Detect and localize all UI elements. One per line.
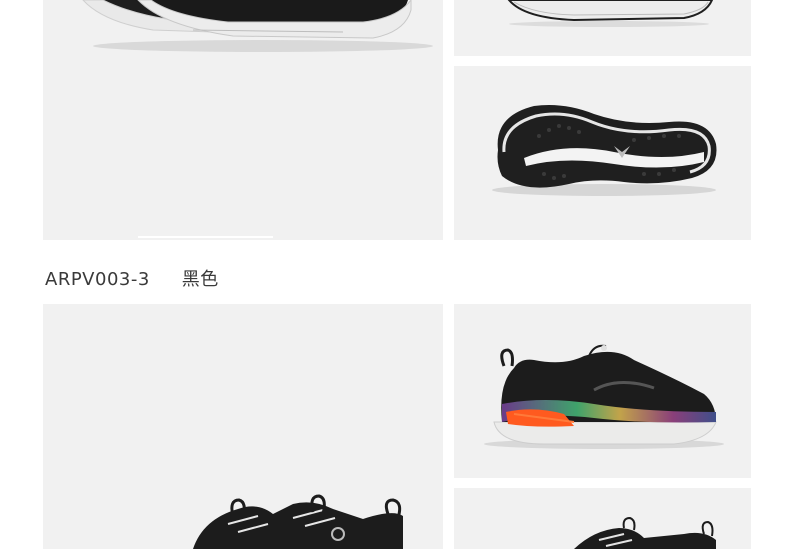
product-image-small-top-a[interactable]: [454, 0, 751, 56]
variant-label-row: ARPV003-3 黑色: [45, 268, 219, 292]
shoe-side-icon: [82, 0, 433, 238]
shoe-top-icon: [574, 516, 716, 549]
product-image-small-bottom-b[interactable]: [454, 488, 751, 549]
shoe-pair-icon: [193, 494, 403, 549]
shoe-side-icon: [484, 344, 724, 449]
variant-code: ARPV003-3: [45, 269, 150, 290]
product-image-large-top[interactable]: [43, 0, 443, 240]
product-image-small-top-b[interactable]: [454, 66, 751, 240]
variant-color-name: 黑色: [181, 269, 219, 290]
product-image-small-bottom-a[interactable]: [454, 304, 751, 478]
shoe-outsole-icon: [492, 105, 717, 196]
product-image-large-bottom[interactable]: [43, 304, 443, 549]
shoe-sole-edge-icon: [507, 0, 714, 27]
